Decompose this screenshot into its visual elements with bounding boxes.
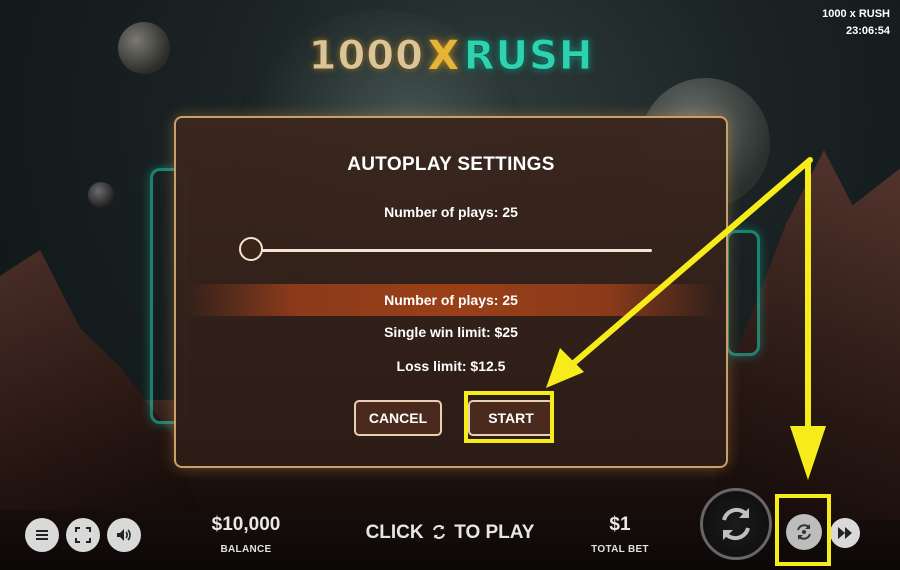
planet-small [118,22,170,74]
summary-plays: Number of plays: 25 [384,292,518,308]
spin-icon [432,525,445,539]
logo-number: 1000 [308,33,424,80]
clock: 23:06:54 [845,25,890,37]
autoplay-button[interactable] [786,514,822,550]
click-prefix: CLICK [365,522,424,543]
logo-rush: RUSH [463,33,594,80]
menu-icon [36,530,48,540]
sound-button[interactable] [107,518,141,552]
summary-loss-limit: Loss limit: $12.5 [396,358,506,374]
game-name: 1000 x RUSH [822,8,890,20]
balance-label: BALANCE [220,544,272,555]
planet-tiny [88,182,114,208]
fast-forward-icon [838,527,852,539]
bg-panel-frame-right [726,230,760,356]
fullscreen-button[interactable] [66,518,100,552]
menu-button[interactable] [25,518,59,552]
click-suffix: TO PLAY [454,522,535,543]
balance-value: $10,000 [211,514,281,535]
plays-label: Number of plays: 25 [384,204,518,220]
spin-button[interactable] [700,488,772,560]
click-to-play-hint: CLICK TO PLAY [360,522,540,544]
autoplay-settings-dialog: AUTOPLAY SETTINGS Number of plays: 25 Nu… [174,116,728,468]
logo-x: X [427,33,460,79]
total-bet-label: TOTAL BET [591,544,649,555]
total-bet-value: $1 [609,514,631,535]
fullscreen-icon [75,527,91,543]
autoplay-icon [797,524,811,540]
plays-slider-track[interactable] [252,249,652,252]
dialog-title: AUTOPLAY SETTINGS [347,154,555,175]
turbo-button[interactable] [830,518,860,548]
summary-win-limit: Single win limit: $25 [384,324,518,340]
sound-icon [117,529,131,541]
cancel-button[interactable]: CANCEL [354,400,442,436]
spin-icon [722,507,750,541]
start-button[interactable]: START [468,400,554,436]
plays-slider-handle[interactable] [239,237,263,261]
game-info: 1000 x RUSH 23:06:54 [822,6,890,40]
game-logo: 1000 X RUSH [308,32,593,80]
